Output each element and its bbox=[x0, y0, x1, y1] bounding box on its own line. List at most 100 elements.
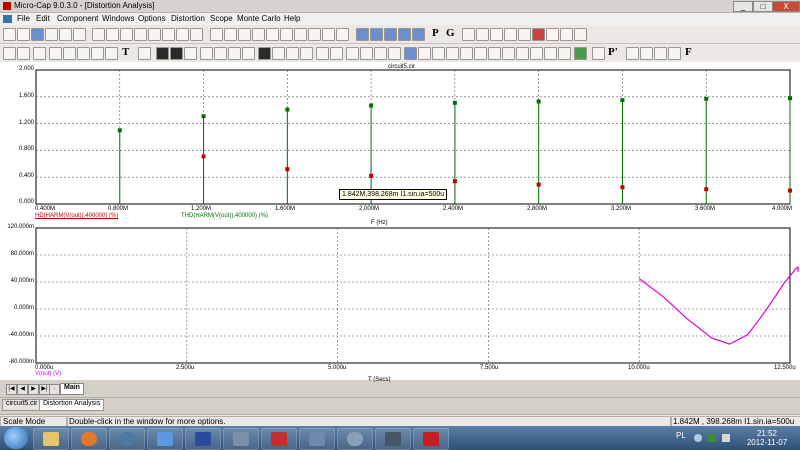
copy-icon[interactable] bbox=[134, 28, 147, 41]
tab-circuit5[interactable]: circuit5.cir bbox=[2, 399, 42, 411]
text-tool-button[interactable]: T bbox=[122, 46, 129, 58]
close-button[interactable]: X bbox=[772, 1, 800, 12]
clock[interactable]: 21:52 2012-11-07 bbox=[742, 429, 792, 447]
taskbar-app-11[interactable] bbox=[413, 428, 449, 450]
new-file-icon[interactable] bbox=[3, 28, 16, 41]
split-icon[interactable] bbox=[330, 47, 343, 60]
flag-icon[interactable] bbox=[374, 47, 387, 60]
peak-icon[interactable] bbox=[432, 47, 445, 60]
text-p-button[interactable]: P bbox=[432, 27, 439, 39]
layout-1-icon[interactable] bbox=[356, 28, 369, 41]
taskbar-app-4[interactable] bbox=[147, 428, 183, 450]
menu-edit[interactable]: Edit bbox=[36, 14, 50, 23]
page-icon[interactable] bbox=[462, 28, 475, 41]
network-icon[interactable] bbox=[708, 434, 716, 442]
ground-icon[interactable] bbox=[266, 28, 279, 41]
document-icon[interactable] bbox=[3, 15, 12, 23]
maximize-button[interactable]: □ bbox=[753, 1, 773, 12]
minimize-button[interactable]: _ bbox=[733, 1, 753, 12]
tag-icon[interactable] bbox=[558, 47, 571, 60]
calculator-icon[interactable] bbox=[560, 28, 573, 41]
table-1-icon[interactable] bbox=[258, 47, 271, 60]
taskbar-app-8[interactable] bbox=[299, 428, 335, 450]
print-preview-icon[interactable] bbox=[73, 28, 86, 41]
global-high-icon[interactable] bbox=[502, 47, 515, 60]
settings-icon[interactable] bbox=[17, 47, 30, 60]
zoom-fit-icon[interactable] bbox=[668, 47, 681, 60]
grid-toggle-icon[interactable] bbox=[388, 47, 401, 60]
undo-icon[interactable] bbox=[92, 28, 105, 41]
zoom-in-icon[interactable] bbox=[640, 47, 653, 60]
battery-icon[interactable] bbox=[336, 28, 349, 41]
select-arrow-icon[interactable] bbox=[3, 47, 16, 60]
slope-icon[interactable] bbox=[530, 47, 543, 60]
capacitor-tool-icon[interactable] bbox=[77, 47, 90, 60]
text-p-prime-button[interactable]: P' bbox=[608, 46, 618, 58]
window-icon[interactable] bbox=[316, 47, 329, 60]
menu-distortion[interactable]: Distortion bbox=[171, 14, 205, 23]
next-page-button[interactable]: ▶ bbox=[28, 384, 39, 395]
tab-distortion-analysis[interactable]: Distortion Analysis bbox=[39, 399, 105, 411]
diagonal-wire-icon[interactable] bbox=[224, 28, 237, 41]
page-menu-button[interactable]: · bbox=[49, 384, 60, 395]
high-icon[interactable] bbox=[460, 47, 473, 60]
taskbar-app-5[interactable] bbox=[185, 428, 221, 450]
taskbar-firefox[interactable] bbox=[71, 428, 107, 450]
transistor-tool-icon[interactable] bbox=[105, 47, 118, 60]
low-icon[interactable] bbox=[474, 47, 487, 60]
tray-chevron-icon[interactable] bbox=[694, 434, 702, 442]
waveform-icon[interactable] bbox=[490, 28, 503, 41]
point-icon[interactable] bbox=[544, 47, 557, 60]
zoom-box-icon[interactable] bbox=[626, 47, 639, 60]
valley-icon[interactable] bbox=[446, 47, 459, 60]
taskbar-app-10[interactable] bbox=[375, 428, 411, 450]
text-g-button[interactable]: G bbox=[446, 27, 455, 39]
language-indicator[interactable]: PL bbox=[676, 431, 686, 440]
cursor-mode-icon[interactable] bbox=[404, 47, 417, 60]
menu-monte-carlo[interactable]: Monte Carlo bbox=[237, 14, 281, 23]
save-icon[interactable] bbox=[31, 28, 44, 41]
help-icon[interactable] bbox=[574, 28, 587, 41]
taskbar-app-3[interactable] bbox=[109, 428, 145, 450]
paste-icon[interactable] bbox=[148, 28, 161, 41]
scope-icon[interactable] bbox=[574, 47, 587, 60]
volume-icon[interactable] bbox=[722, 434, 730, 442]
plot-area[interactable]: circuit5.cir 2.000 1.600 1.200 0.800 0.4… bbox=[0, 62, 800, 383]
start-button[interactable] bbox=[4, 427, 28, 449]
table-3-icon[interactable] bbox=[286, 47, 299, 60]
menu-scope[interactable]: Scope bbox=[210, 14, 233, 23]
find-icon[interactable] bbox=[176, 28, 189, 41]
cut-icon[interactable] bbox=[120, 28, 133, 41]
sine-icon[interactable] bbox=[504, 28, 517, 41]
layout-4-icon[interactable] bbox=[398, 28, 411, 41]
probe-icon[interactable] bbox=[518, 28, 531, 41]
taskbar-explorer[interactable] bbox=[33, 428, 69, 450]
bus-icon[interactable] bbox=[238, 28, 251, 41]
rectangle-tool-icon[interactable] bbox=[228, 47, 241, 60]
taskbar-app-7[interactable] bbox=[261, 428, 297, 450]
palette-icon[interactable] bbox=[592, 47, 605, 60]
resistor-tool-icon[interactable] bbox=[63, 47, 76, 60]
taskbar-app-9[interactable] bbox=[337, 428, 373, 450]
first-page-button[interactable]: |◀ bbox=[6, 384, 17, 395]
wire-tool-icon[interactable] bbox=[210, 28, 223, 41]
menu-help[interactable]: Help bbox=[284, 14, 300, 23]
tab-main[interactable]: Main bbox=[60, 383, 84, 395]
branch-icon[interactable] bbox=[346, 47, 359, 60]
layout-2-icon[interactable] bbox=[370, 28, 383, 41]
replace-icon[interactable] bbox=[190, 28, 203, 41]
font-button[interactable]: F bbox=[685, 46, 692, 58]
pen-icon[interactable] bbox=[532, 28, 545, 41]
open-file-icon[interactable] bbox=[17, 28, 30, 41]
component-arrow-icon[interactable] bbox=[33, 47, 46, 60]
zoom-out-icon[interactable] bbox=[654, 47, 667, 60]
run-icon[interactable] bbox=[156, 47, 169, 60]
menu-windows[interactable]: Windows bbox=[102, 14, 134, 23]
marker-icon[interactable] bbox=[546, 28, 559, 41]
inductor-icon[interactable] bbox=[308, 28, 321, 41]
global-low-icon[interactable] bbox=[516, 47, 529, 60]
info-icon[interactable] bbox=[138, 47, 151, 60]
arrows-icon[interactable] bbox=[418, 47, 431, 60]
graph-tool-icon[interactable] bbox=[242, 47, 255, 60]
layout-5-icon[interactable] bbox=[412, 28, 425, 41]
